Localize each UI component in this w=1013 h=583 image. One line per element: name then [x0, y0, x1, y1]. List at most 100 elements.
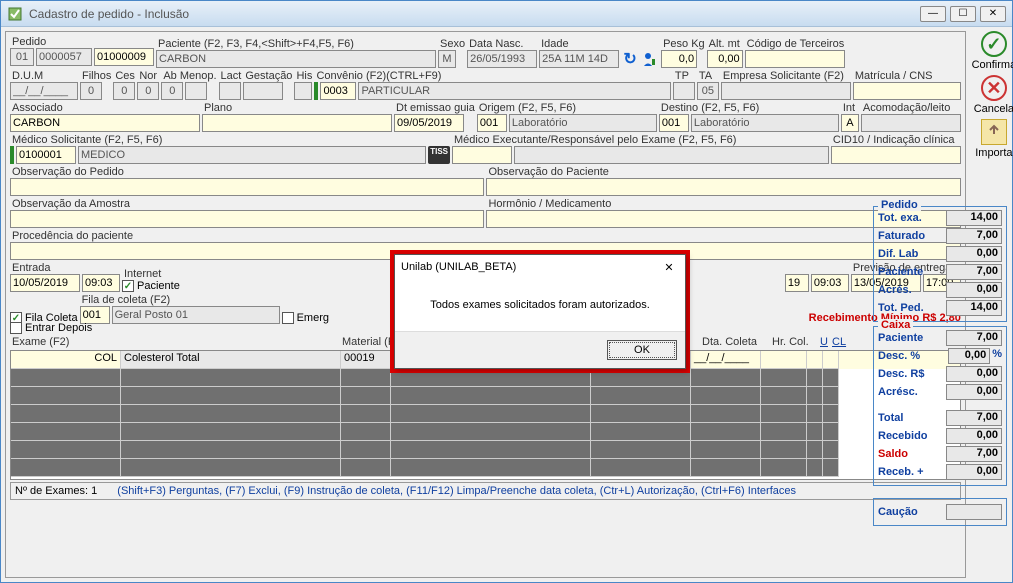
- med-exec-cod[interactable]: [452, 146, 512, 164]
- cl-col-label[interactable]: CL: [830, 336, 846, 348]
- cod-terc-input[interactable]: [745, 50, 845, 68]
- total-label: Total: [878, 412, 903, 424]
- med-sol-label: Médico Solicitante (F2, F5, F6): [10, 134, 450, 146]
- grid-mat-cod[interactable]: 00019: [341, 351, 391, 369]
- int-input[interactable]: [841, 114, 859, 132]
- paciente-chk-label: Paciente: [137, 280, 180, 292]
- acresc-val: 0,00: [946, 384, 1002, 400]
- dum-input[interactable]: [10, 82, 78, 100]
- grid-exame-nome: Colesterol Total: [121, 351, 341, 369]
- emerg-check[interactable]: Emerg: [282, 312, 329, 324]
- entrar-depois-label: Entrar Depois: [25, 322, 92, 334]
- x-circle-icon: ✕: [981, 75, 1007, 101]
- filhos-input[interactable]: [80, 82, 102, 100]
- med-exec-label: Médico Executante/Responsável pelo Exame…: [452, 134, 829, 146]
- origem-cod[interactable]: [477, 114, 507, 132]
- total-val: 7,00: [946, 410, 1002, 426]
- grid-u[interactable]: [807, 351, 823, 369]
- entrada-hora[interactable]: [82, 274, 120, 292]
- grid-cl[interactable]: [823, 351, 839, 369]
- obs-amostra-label: Observação da Amostra: [10, 198, 484, 210]
- cancela-label: Cancela: [974, 103, 1013, 115]
- obs-amostra-input[interactable]: [10, 210, 484, 228]
- pedido-seq2: [36, 48, 92, 66]
- ab-input[interactable]: [161, 82, 183, 100]
- emp-sol-input[interactable]: [721, 82, 851, 100]
- modal-message: Todos exames solicitados foram autorizad…: [395, 279, 685, 331]
- refresh-icon[interactable]: ↻: [621, 50, 639, 68]
- pedido-seq1: [10, 48, 34, 66]
- cancela-button[interactable]: ✕ Cancela: [970, 75, 1013, 115]
- caixa-panel: Caixa Paciente7,00 Desc. %0,00% Desc. R$…: [873, 326, 1007, 486]
- tiss-button[interactable]: TISS: [428, 146, 450, 164]
- dt-emissao-label: Dt emissao guia: [394, 102, 475, 114]
- tp-input[interactable]: [673, 82, 695, 100]
- ta-input[interactable]: [697, 82, 719, 100]
- u-col-label[interactable]: U: [818, 336, 828, 348]
- acres-val: 0,00: [946, 282, 1002, 298]
- importa-button[interactable]: Importa: [970, 119, 1013, 159]
- pedido-panel: Pedido Tot. exa.14,00 Faturado7,00 Dif. …: [873, 206, 1007, 322]
- nor-input[interactable]: [137, 82, 159, 100]
- tot-exa-val: 14,00: [946, 210, 1002, 226]
- caucao-panel: Caução: [873, 498, 1007, 526]
- close-button[interactable]: ✕: [980, 6, 1006, 22]
- maximize-button[interactable]: ☐: [950, 6, 976, 22]
- person-icon[interactable]: [641, 50, 659, 68]
- med-sol-cod[interactable]: [16, 146, 76, 164]
- grid-exame-cod[interactable]: COL: [11, 351, 121, 369]
- paciente-label: Paciente (F2, F3, F4,<Shift>+F4,F5, F6): [156, 38, 436, 50]
- paciente-checkbox[interactable]: Paciente: [122, 280, 180, 292]
- ces-input[interactable]: [113, 82, 135, 100]
- prev2-min[interactable]: [785, 274, 809, 292]
- peso-input[interactable]: [661, 50, 697, 68]
- confirma-button[interactable]: ✓ Confirma: [970, 31, 1013, 71]
- modal-close-button[interactable]: ✕: [659, 258, 679, 276]
- menop-input[interactable]: [185, 82, 207, 100]
- main-window: Cadastro de pedido - Inclusão — ☐ ✕ Pedi…: [0, 0, 1013, 583]
- minimize-button[interactable]: —: [920, 6, 946, 22]
- lact-input[interactable]: [219, 82, 241, 100]
- entrada-data[interactable]: [10, 274, 80, 292]
- obs-paciente-input[interactable]: [486, 178, 960, 196]
- alt-input[interactable]: [707, 50, 743, 68]
- saldo-label: Saldo: [878, 448, 908, 460]
- obs-pedido-input[interactable]: [10, 178, 484, 196]
- prev2-hora[interactable]: [811, 274, 849, 292]
- cid10-input[interactable]: [831, 146, 961, 164]
- receb-plus-label: Receb. +: [878, 466, 924, 478]
- his-input[interactable]: [294, 82, 312, 100]
- entrar-depois-check[interactable]: Entrar Depois: [10, 322, 92, 334]
- dt-emissao-input[interactable]: [394, 114, 464, 132]
- paciente-tot-label: Paciente: [878, 266, 923, 278]
- convenio-cod[interactable]: [320, 82, 356, 100]
- faturado-val: 7,00: [946, 228, 1002, 244]
- grid-dta-coleta[interactable]: __/__/____: [691, 351, 761, 369]
- lact-label: Lact: [219, 70, 242, 82]
- title-bar: Cadastro de pedido - Inclusão — ☐ ✕: [1, 1, 1012, 27]
- grid-hr-col[interactable]: [761, 351, 807, 369]
- check-icon: [122, 280, 134, 292]
- peso-label: Peso Kg: [661, 38, 705, 50]
- totals-column: Pedido Tot. exa.14,00 Faturado7,00 Dif. …: [873, 206, 1007, 528]
- confirma-label: Confirma: [972, 59, 1013, 71]
- gestacao-input[interactable]: [243, 82, 283, 100]
- acomodacao-input[interactable]: [861, 114, 961, 132]
- pedido-panel-title: Pedido: [878, 199, 921, 211]
- dif-lab-label: Dif. Lab: [878, 248, 918, 260]
- pedido-num[interactable]: [94, 48, 154, 66]
- paciente-nome[interactable]: [156, 50, 436, 68]
- importa-label: Importa: [975, 147, 1012, 159]
- mat-cns-input[interactable]: [853, 82, 961, 100]
- n-exames: Nº de Exames: 1: [15, 485, 97, 497]
- med-sol-nome: [78, 146, 426, 164]
- conv-marker: [314, 82, 318, 100]
- table-row: [11, 405, 960, 423]
- plano-input[interactable]: [202, 114, 392, 132]
- associado-input[interactable]: [10, 114, 200, 132]
- modal-ok-button[interactable]: OK: [607, 340, 677, 360]
- cid10-label: CID10 / Indicação clínica: [831, 134, 961, 146]
- destino-cod[interactable]: [659, 114, 689, 132]
- dum-label: D.U.M: [10, 70, 78, 82]
- acomodacao-label: Acomodação/leito: [861, 102, 961, 114]
